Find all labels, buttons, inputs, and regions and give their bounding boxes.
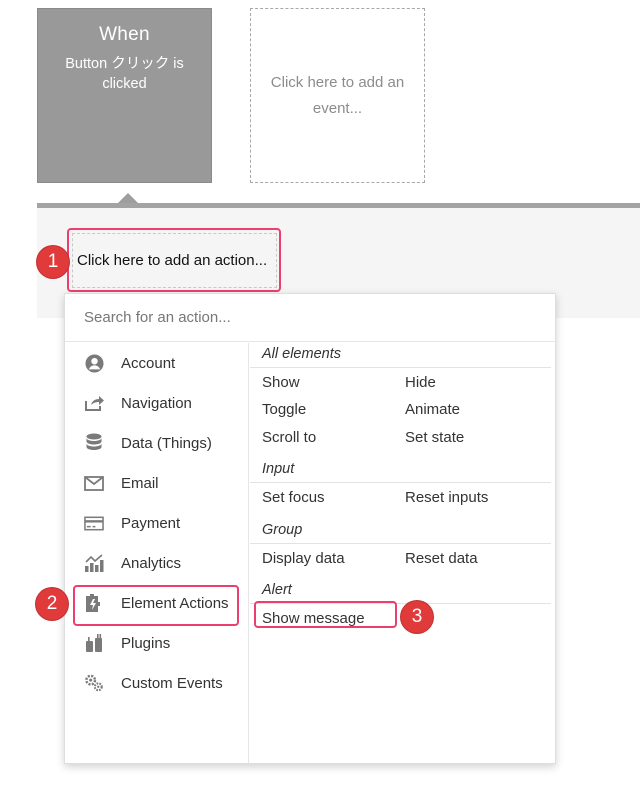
add-event-card[interactable]: Click here to add an event... [250,8,425,183]
category-account[interactable]: Account [65,343,249,383]
step-marker-2: 2 [36,588,68,620]
action-reset-inputs[interactable]: Reset inputs [405,489,488,506]
category-label: Custom Events [121,674,223,692]
account-icon [84,353,104,373]
add-action-label: Click here to add an action... [77,251,268,269]
group-header-alert: Alert [262,582,292,598]
actions-panel: All elements Show Hide Toggle Animate Sc… [250,343,556,763]
custom-events-icon [84,673,104,693]
add-action-button[interactable]: Click here to add an action... [67,228,281,292]
event-card[interactable]: When Button クリック is clicked [37,8,212,183]
category-analytics[interactable]: Analytics [65,543,249,583]
group-header-input: Input [262,461,295,477]
category-label: Navigation [121,394,192,412]
category-data-things[interactable]: Data (Things) [65,423,249,463]
category-label: Analytics [121,554,182,572]
category-payment[interactable]: Payment [65,503,249,543]
navigation-icon [84,393,104,413]
analytics-icon [84,553,104,573]
group-header-group: Group [262,522,303,538]
action-toggle[interactable]: Toggle [262,401,306,418]
group-header-all-elements: All elements [262,346,341,362]
action-animate[interactable]: Animate [405,401,460,418]
category-label: Payment [121,514,181,532]
action-dropdown: Account Navigation Data (Things) Email P… [64,293,556,764]
action-set-focus[interactable]: Set focus [262,489,325,506]
category-label: Account [121,354,176,372]
action-scroll-to[interactable]: Scroll to [262,429,316,446]
event-when-label: When [99,24,150,45]
database-icon [84,433,104,453]
category-label: Data (Things) [121,434,212,452]
category-navigation[interactable]: Navigation [65,383,249,423]
step-marker-1: 1 [37,246,69,278]
action-search-input[interactable] [65,294,555,342]
category-list: Account Navigation Data (Things) Email P… [65,343,249,763]
action-reset-data[interactable]: Reset data [405,550,478,567]
group-divider [250,482,551,483]
add-event-label: Click here to add an event... [270,73,405,117]
plugins-icon [84,633,104,653]
action-hide[interactable]: Hide [405,374,436,391]
category-email[interactable]: Email [65,463,249,503]
category-label: Plugins [121,634,171,652]
action-set-state[interactable]: Set state [405,429,464,446]
email-icon [84,473,104,493]
category-custom-events[interactable]: Custom Events [65,663,249,703]
action-show[interactable]: Show [262,374,300,391]
category-plugins[interactable]: Plugins [65,623,249,663]
action-display-data[interactable]: Display data [262,550,345,567]
highlight-element-actions [73,585,239,626]
payment-icon [84,513,104,533]
event-description: Button クリック is clicked [65,56,184,92]
group-divider [250,543,551,544]
step-marker-3: 3 [401,601,433,633]
group-divider [250,367,551,368]
category-label: Email [121,474,159,492]
highlight-show-message [254,601,397,628]
